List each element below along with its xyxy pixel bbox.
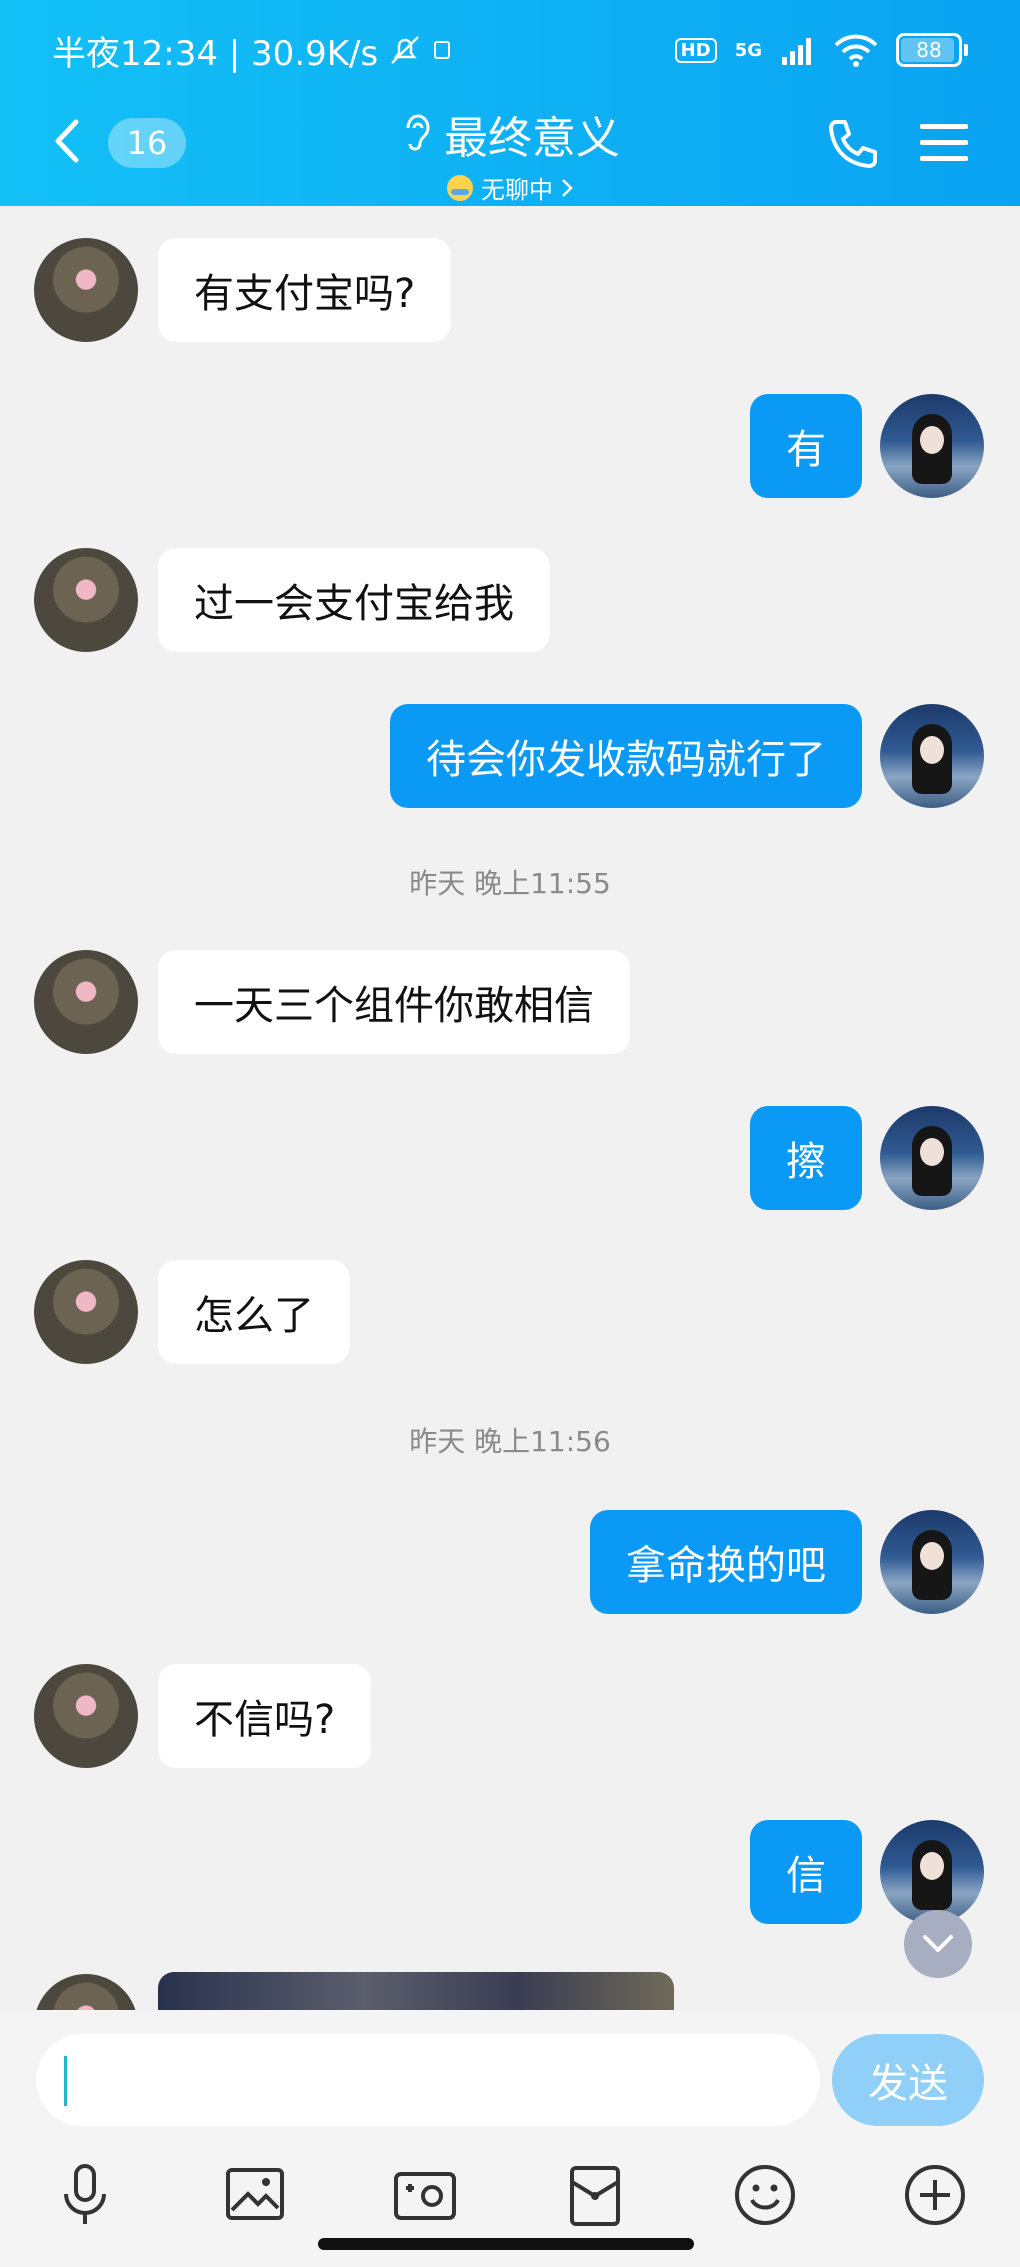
emoji-icon[interactable] <box>730 2160 800 2230</box>
my-avatar[interactable] <box>880 704 984 808</box>
status-bar: 半夜12:34 | 30.9K/s HD 5G 88 <box>52 24 968 76</box>
wifi-icon <box>834 34 878 67</box>
signal-icon <box>782 38 811 65</box>
incoming-message[interactable]: 不信吗? <box>158 1664 372 1768</box>
chevron-down-icon <box>923 1935 953 1952</box>
hd-badge: HD <box>674 37 717 63</box>
home-indicator[interactable] <box>318 2238 694 2250</box>
chat-status[interactable]: 无聊中 <box>447 170 573 205</box>
outgoing-message[interactable]: 有 <box>750 394 862 498</box>
red-packet-icon[interactable] <box>560 2160 630 2230</box>
my-avatar[interactable] <box>880 1510 984 1614</box>
input-toolbar <box>0 2160 1020 2230</box>
network-label: 5G <box>734 39 762 61</box>
incoming-message[interactable]: 一天三个组件你敢相信 <box>158 950 630 1054</box>
outgoing-message[interactable]: 信 <box>750 1820 862 1924</box>
image-icon[interactable] <box>220 2160 290 2230</box>
incoming-message[interactable]: 有支付宝吗? <box>158 238 452 342</box>
contact-avatar[interactable] <box>34 950 138 1054</box>
incoming-message[interactable]: 怎么了 <box>158 1260 350 1364</box>
battery-level: 88 <box>916 38 942 62</box>
chevron-right-icon <box>562 178 573 197</box>
ear-icon <box>406 114 430 151</box>
outgoing-message[interactable]: 拿命换的吧 <box>590 1510 862 1614</box>
timestamp: 昨天 晚上11:56 <box>409 1425 611 1458</box>
my-avatar[interactable] <box>880 1820 984 1924</box>
message-input[interactable] <box>36 2034 820 2126</box>
contact-avatar[interactable] <box>34 1260 138 1364</box>
my-avatar[interactable] <box>880 394 984 498</box>
send-button[interactable]: 发送 <box>832 2034 984 2126</box>
plus-icon[interactable] <box>900 2160 970 2230</box>
contact-avatar[interactable] <box>34 238 138 342</box>
contact-avatar[interactable] <box>34 1664 138 1768</box>
outgoing-message[interactable]: 待会你发收款码就行了 <box>390 704 862 808</box>
outgoing-message[interactable]: 擦 <box>750 1106 862 1210</box>
input-area: 发送 <box>0 2010 1020 2267</box>
chat-title: 最终意义 <box>444 113 620 164</box>
text-caret <box>64 2056 67 2106</box>
battery-indicator: 88 <box>896 33 968 67</box>
microphone-icon[interactable] <box>50 2160 120 2230</box>
scroll-to-bottom-button[interactable] <box>904 1910 972 1978</box>
status-time-speed: 半夜12:34 | 30.9K/s <box>52 33 379 74</box>
bored-emoji-icon <box>447 174 473 201</box>
timestamp: 昨天 晚上11:55 <box>409 867 611 900</box>
contact-avatar[interactable] <box>34 548 138 652</box>
incoming-message[interactable]: 过一会支付宝给我 <box>158 548 550 652</box>
phone-icon[interactable] <box>824 116 880 172</box>
chat-header: 半夜12:34 | 30.9K/s HD 5G 88 16 最终意义 无聊中 <box>0 0 1020 206</box>
sim-icon <box>434 41 451 59</box>
bell-muted-icon <box>391 36 420 64</box>
camera-icon[interactable] <box>390 2160 460 2230</box>
menu-icon[interactable] <box>918 120 970 166</box>
chat-status-text: 无聊中 <box>481 176 553 204</box>
my-avatar[interactable] <box>880 1106 984 1210</box>
nav-bar: 16 最终意义 无聊中 <box>0 98 1020 204</box>
